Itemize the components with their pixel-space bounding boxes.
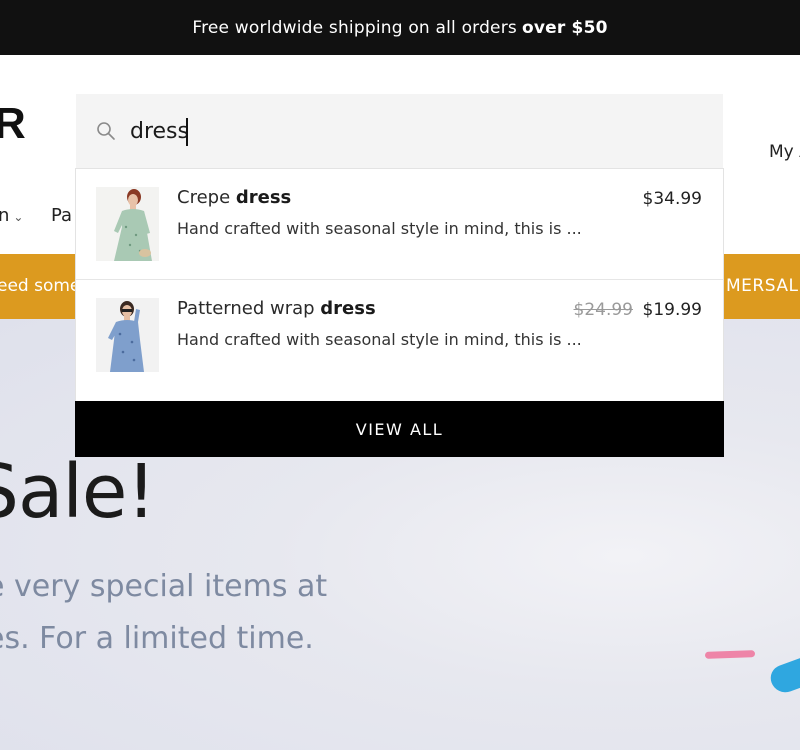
search-icon	[97, 122, 115, 140]
account-link[interactable]: My A	[769, 142, 800, 162]
site-logo[interactable]: R	[0, 102, 26, 146]
product-thumbnail	[96, 187, 159, 261]
nav-item-label: n	[0, 205, 10, 226]
product-price: $19.99	[642, 300, 702, 320]
product-price: $34.99	[642, 189, 702, 209]
decorative-brush-stroke	[767, 649, 800, 697]
product-description: Hand crafted with seasonal style in mind…	[177, 330, 582, 349]
hero-subtitle-line-2: es. For a limited time.	[0, 621, 314, 656]
announcement-bar: Free worldwide shipping on all orders ov…	[0, 0, 800, 55]
hero-title: Sale!	[0, 449, 156, 535]
view-all-button[interactable]: VIEW ALL	[75, 401, 724, 457]
product-thumbnail	[96, 298, 159, 372]
hero-subtitle-line-1: e very special items at	[0, 569, 328, 604]
product-title: Crepe dress	[177, 187, 291, 208]
product-title-match: dress	[235, 187, 292, 208]
search-result-item[interactable]: Crepe dress Hand crafted with seasonal s…	[76, 169, 723, 280]
promo-text: eed some	[0, 276, 81, 296]
nav-item-dropdown[interactable]: n ⌄	[0, 205, 23, 226]
search-bar[interactable]	[76, 94, 723, 168]
announcement-text: Free worldwide shipping on all orders	[192, 17, 517, 38]
nav-item-pages[interactable]: Pa	[51, 205, 72, 226]
announcement-highlight: over $50	[521, 17, 608, 38]
text-cursor	[186, 118, 188, 146]
search-input[interactable]	[130, 112, 690, 150]
search-results-dropdown: Crepe dress Hand crafted with seasonal s…	[75, 168, 724, 457]
product-title-text: Patterned wrap	[177, 298, 321, 319]
promo-code: MERSALE	[726, 276, 800, 296]
product-title: Patterned wrap dress	[177, 298, 376, 319]
product-compare-price: $24.99	[573, 300, 633, 320]
chevron-down-icon: ⌄	[13, 210, 24, 224]
product-title-text: Crepe	[177, 187, 236, 208]
product-title-match: dress	[320, 298, 376, 319]
product-description: Hand crafted with seasonal style in mind…	[177, 219, 582, 238]
decorative-brush-stroke	[704, 650, 756, 659]
nav-item-label: Pa	[51, 205, 73, 226]
search-result-item[interactable]: Patterned wrap dress Hand crafted with s…	[76, 280, 723, 391]
